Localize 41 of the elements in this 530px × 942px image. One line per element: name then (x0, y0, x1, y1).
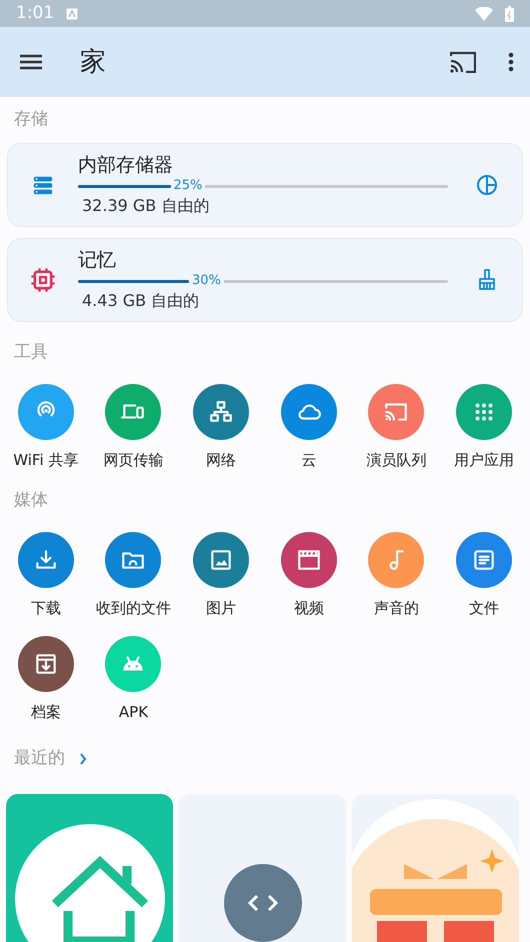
tool-label: 演员队列 (366, 450, 426, 471)
section-title: 工具 (14, 341, 48, 364)
free-space: 4.43 GB 自由的 (82, 290, 200, 312)
storage-name: 内部存储器 (78, 153, 174, 178)
chevron-right-icon[interactable] (79, 752, 87, 764)
tool-label: 下载 (30, 598, 61, 618)
recent-file-card[interactable] (6, 794, 173, 942)
app-title: 家 (80, 46, 106, 78)
storage-name: 记忆 (78, 248, 117, 273)
wifi-icon (475, 6, 493, 20)
storage-icon (32, 174, 54, 196)
status-time: 1:01 (16, 2, 54, 25)
tool-label: 网络 (206, 450, 236, 471)
recent-file-card[interactable] (179, 794, 346, 942)
tool-label: 档案 (30, 702, 61, 723)
section-title: 存储 (14, 108, 48, 132)
tool-label: 声音的 (374, 598, 419, 618)
menu-icon[interactable] (20, 54, 42, 70)
storage-card[interactable]: 记忆 30% 4.43 GB 自由的 (7, 238, 523, 322)
tool-label: 网页传输 (103, 450, 164, 471)
tool-label: 图片 (206, 598, 236, 618)
free-space: 32.39 GB 自由的 (82, 195, 210, 217)
more-options-icon[interactable] (508, 52, 514, 72)
battery-icon (505, 6, 514, 22)
cast-icon[interactable] (450, 51, 476, 73)
pie-chart-icon[interactable] (475, 173, 499, 197)
tool-label: WiFi 共享 (13, 450, 78, 471)
tool-label: 视频 (294, 598, 324, 618)
section-title: 最近的 (14, 746, 65, 770)
tool-label: 用户应用 (454, 450, 514, 471)
tool-label: 收到的文件 (96, 598, 171, 618)
tool-label: 云 (301, 450, 316, 471)
storage-card[interactable]: 内部存储器 25% 32.39 GB 自由的 (7, 143, 523, 227)
house-icon (14, 824, 164, 942)
notification-icon (66, 8, 78, 20)
chip-icon (29, 266, 57, 294)
tool-label: APK (118, 702, 148, 723)
section-title: 媒体 (14, 488, 48, 512)
recent-file-card[interactable] (352, 794, 519, 942)
network-icon (208, 399, 234, 425)
tool-label: 文件 (469, 598, 500, 618)
